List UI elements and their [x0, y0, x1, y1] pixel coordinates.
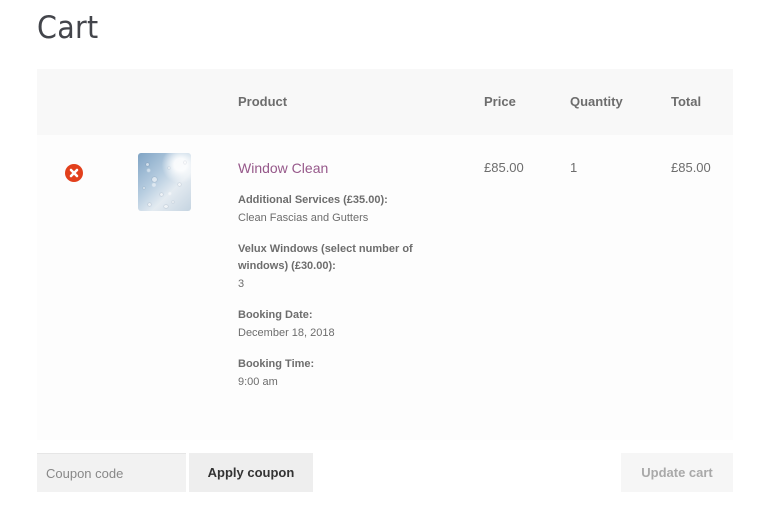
meta-velux-windows: Velux Windows (select number of windows)…: [238, 241, 438, 293]
meta-key: Additional Services (£35.00):: [238, 194, 388, 206]
item-quantity: 1: [570, 160, 578, 175]
cart-actions: Apply coupon Update cart: [37, 453, 733, 492]
meta-value: 9:00 am: [238, 376, 278, 388]
product-name-link[interactable]: Window Clean: [238, 159, 438, 177]
header-total: Total: [671, 94, 702, 109]
product-thumbnail[interactable]: [138, 153, 191, 211]
header-product: Product: [238, 94, 288, 109]
page-title: Cart: [37, 10, 99, 46]
meta-key: Booking Time:: [238, 358, 315, 370]
meta-additional-services: Additional Services (£35.00): Clean Fasc…: [238, 192, 438, 227]
item-price: £85.00: [484, 160, 524, 175]
cart-table: Product Price Quantity Total Window Clea…: [37, 69, 733, 440]
meta-value: 3: [238, 278, 245, 290]
product-meta: Additional Services (£35.00): Clean Fasc…: [238, 192, 438, 391]
header-quantity: Quantity: [570, 94, 623, 109]
update-cart-button[interactable]: Update cart: [621, 453, 733, 492]
apply-coupon-button[interactable]: Apply coupon: [189, 453, 313, 492]
meta-value: Clean Fascias and Gutters: [238, 212, 369, 224]
item-total: £85.00: [671, 160, 711, 175]
table-header: Product Price Quantity Total: [37, 69, 733, 135]
table-row: Window Clean Additional Services (£35.00…: [37, 135, 733, 440]
product-details: Window Clean Additional Services (£35.00…: [238, 159, 438, 405]
meta-booking-date: Booking Date: December 18, 2018: [238, 307, 438, 342]
coupon-code-input[interactable]: [37, 453, 186, 492]
meta-key: Velux Windows (select number of windows)…: [238, 243, 413, 272]
header-price: Price: [484, 94, 516, 109]
meta-value: December 18, 2018: [238, 327, 335, 339]
close-icon: [69, 168, 79, 178]
remove-item-button[interactable]: [65, 164, 83, 182]
meta-booking-time: Booking Time: 9:00 am: [238, 356, 438, 391]
meta-key: Booking Date:: [238, 309, 313, 321]
